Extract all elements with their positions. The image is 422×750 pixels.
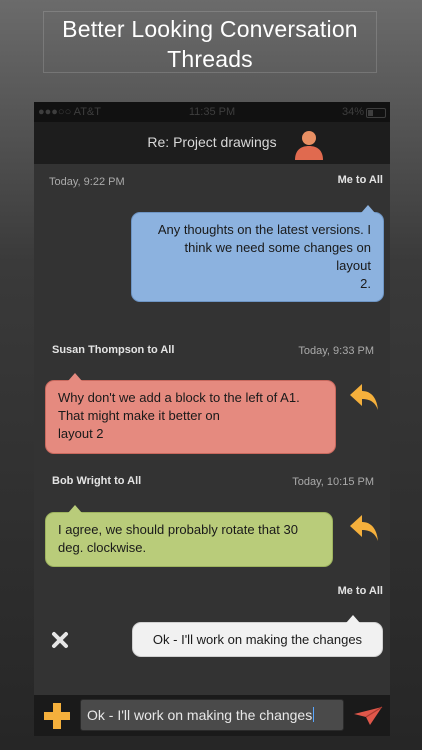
paper-plane-icon[interactable]	[353, 705, 383, 727]
close-x-icon[interactable]	[51, 631, 69, 649]
message-line: layout 2	[58, 426, 104, 441]
plus-icon[interactable]	[42, 701, 72, 731]
message-sender: Bob Wright to All	[52, 475, 142, 487]
message-line: Why don't we add a block to the left of …	[58, 390, 300, 405]
message-input-value: Ok - I'll work on making the changes	[87, 707, 313, 723]
message-input[interactable]: Ok - I'll work on making the changes	[80, 699, 344, 731]
message-sender: Me to All	[337, 585, 383, 597]
promo-title-line-2: Threads	[167, 46, 253, 72]
message-line: That might make it better on	[58, 408, 220, 423]
promo-title: Better Looking Conversation Threads	[43, 11, 377, 73]
bubble-tail	[68, 373, 82, 381]
battery-percent: 34%	[341, 106, 364, 118]
phone-screen: ●●●○○ AT&T 11:35 PM 34% Re: Project draw…	[34, 102, 390, 736]
conversation-title: Re: Project drawings	[147, 134, 277, 150]
nav-bar: Re: Project drawings	[34, 122, 390, 164]
message-line: Ok - I'll work on making the changes	[152, 632, 363, 647]
message-sender: Me to All	[337, 174, 383, 186]
message-timestamp: Today, 9:33 PM	[298, 345, 374, 357]
message-line: think we need some changes on	[184, 240, 371, 255]
message-line: 2.	[360, 276, 371, 291]
promo-title-line-1: Better Looking Conversation	[62, 16, 358, 42]
message-timestamp: Today, 9:22 PM	[49, 176, 125, 188]
message-sender: Susan Thompson to All	[52, 344, 175, 356]
status-time: 11:35 PM	[188, 106, 236, 118]
message-bubble[interactable]: Ok - I'll work on making the changes	[132, 615, 383, 657]
battery-icon	[366, 108, 386, 118]
message-timestamp: Today, 10:15 PM	[292, 476, 374, 488]
message-bubble[interactable]: Any thoughts on the latest versions. I t…	[131, 205, 384, 302]
reply-arrow-icon[interactable]	[348, 382, 380, 412]
reply-arrow-icon[interactable]	[348, 513, 380, 543]
text-caret	[313, 707, 315, 722]
message-composer: Ok - I'll work on making the changes	[34, 695, 390, 736]
message-bubble[interactable]: Why don't we add a block to the left of …	[45, 373, 336, 454]
message-line: Any thoughts on the latest versions. I	[157, 222, 371, 237]
message-line: deg. clockwise.	[58, 540, 147, 555]
status-bar: ●●●○○ AT&T 11:35 PM 34%	[34, 102, 390, 122]
bubble-tail	[346, 615, 360, 623]
message-bubble[interactable]: I agree, we should probably rotate that …	[45, 505, 333, 567]
bubble-tail	[68, 505, 82, 513]
message-line: I agree, we should probably rotate that …	[58, 522, 298, 537]
message-line: layout	[336, 258, 371, 273]
person-avatar-icon[interactable]	[292, 127, 326, 161]
message-thread[interactable]: Today, 9:22 PM Me to All Any thoughts on…	[34, 164, 390, 695]
bubble-tail	[361, 205, 375, 213]
